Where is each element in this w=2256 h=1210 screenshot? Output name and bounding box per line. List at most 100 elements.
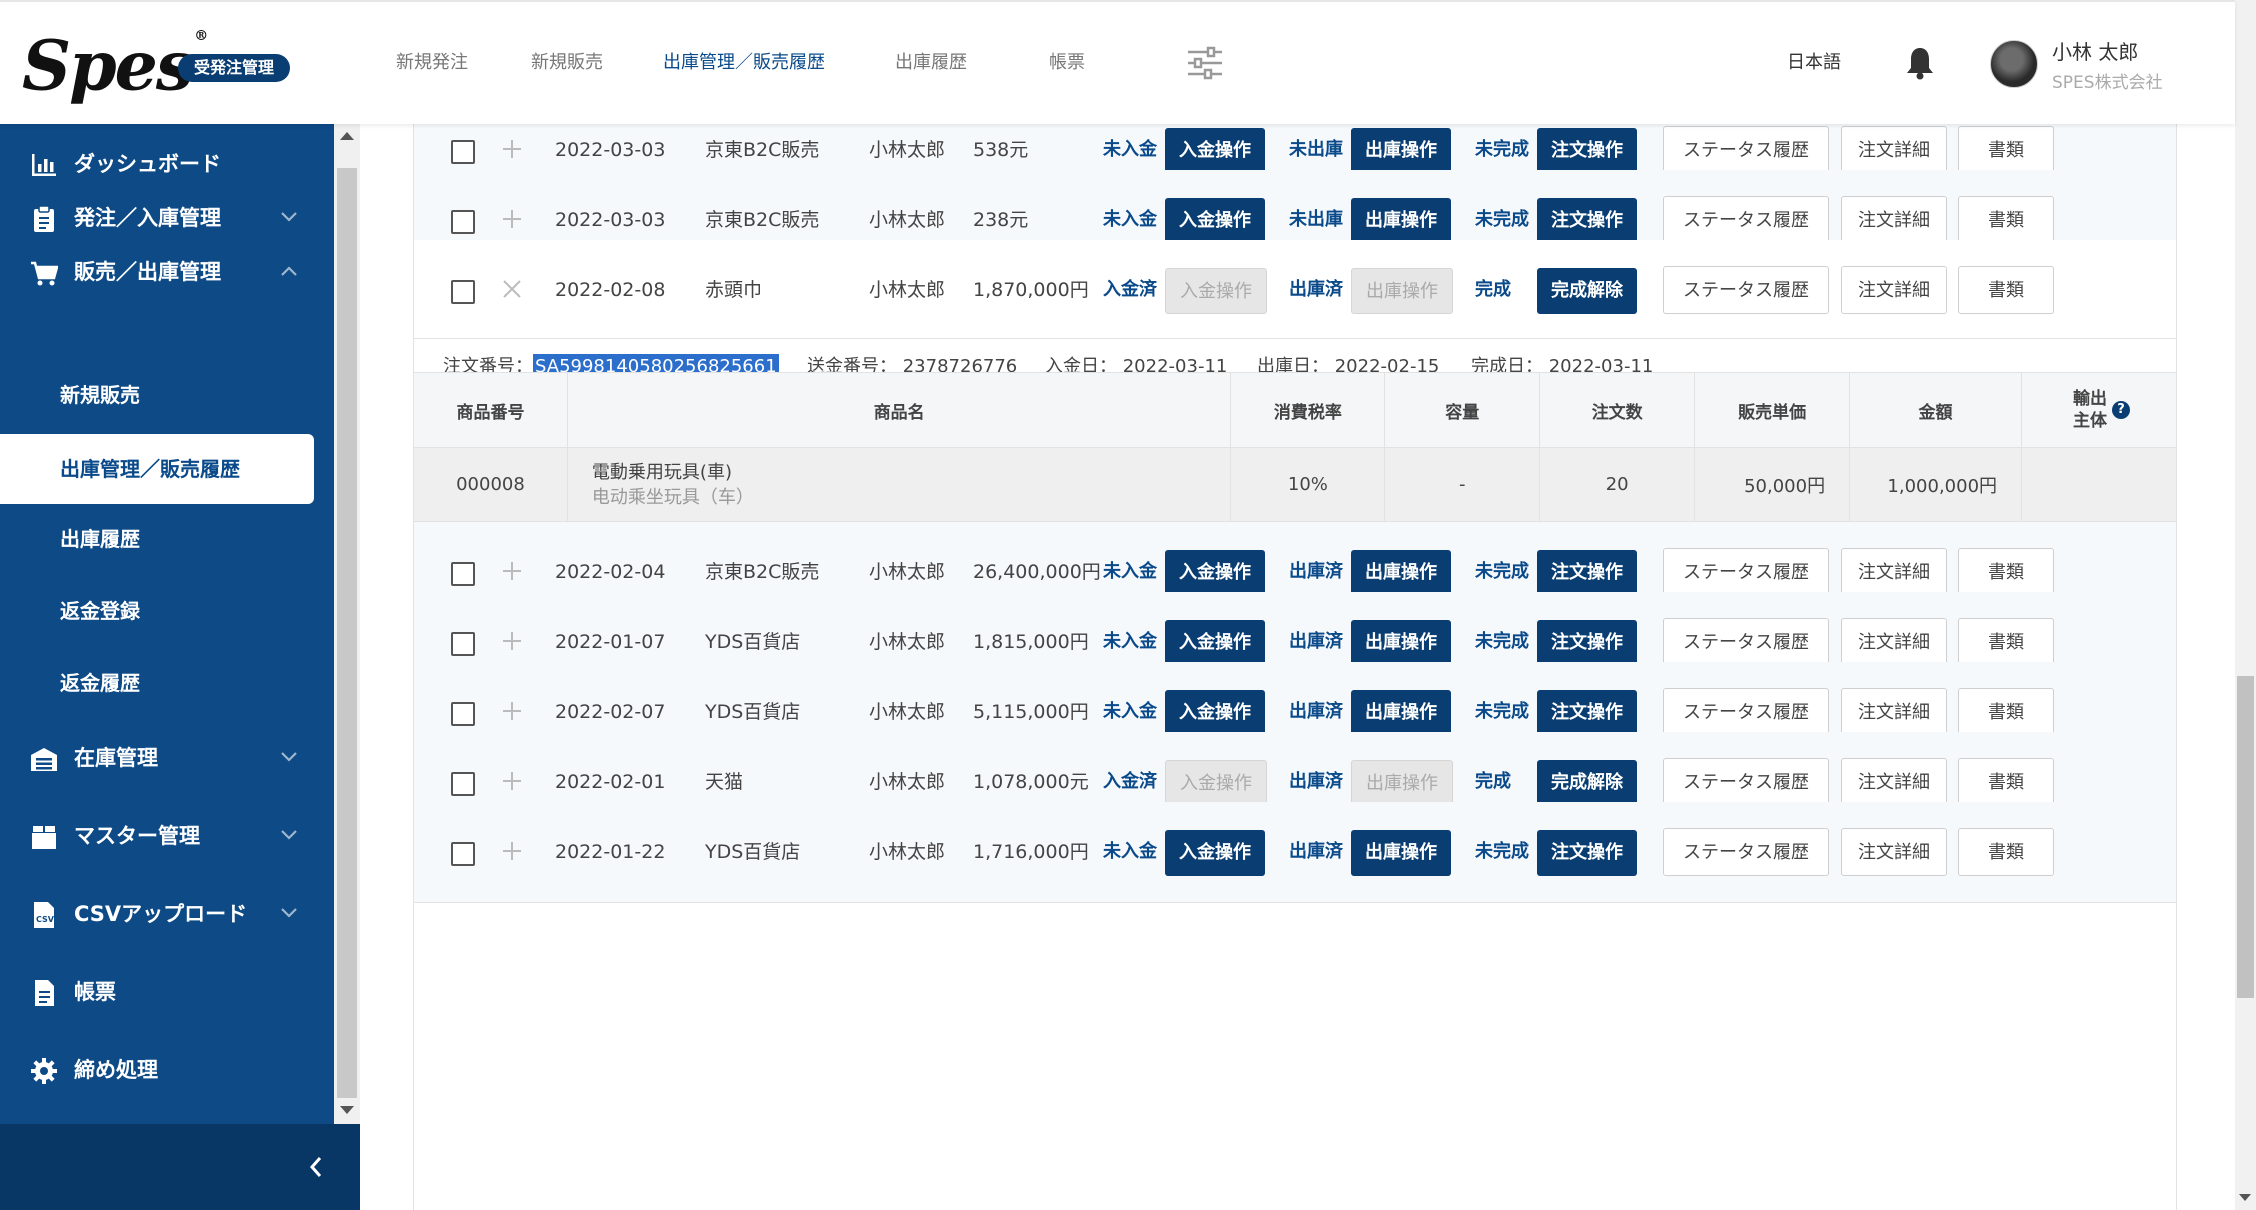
order-person: 小林太郎 bbox=[869, 841, 946, 863]
system-badge: 受発注管理 bbox=[178, 54, 291, 82]
sidebar-item-inventory[interactable]: 在庫管理 bbox=[0, 728, 334, 788]
status-history-button[interactable]: ステータス履歴 bbox=[1663, 196, 1829, 244]
order-detail-button[interactable]: 注文詳細 bbox=[1841, 758, 1947, 806]
page-scrollbar[interactable] bbox=[2235, 0, 2256, 1210]
sidebar-sub-shipping-sales-history[interactable]: 出庫管理／販売履歴 bbox=[0, 434, 314, 504]
complete-undo-button[interactable]: 完成解除 bbox=[1537, 268, 1637, 314]
status-history-button[interactable]: ステータス履歴 bbox=[1663, 688, 1829, 736]
nav-shipping-history[interactable]: 出庫履歴 bbox=[895, 2, 967, 124]
shipping-operation-button[interactable]: 出庫操作 bbox=[1351, 690, 1451, 736]
row-checkbox[interactable] bbox=[451, 632, 475, 656]
expand-plus-icon[interactable] bbox=[501, 700, 523, 722]
sidebar-scrollbar[interactable] bbox=[334, 122, 360, 1124]
sidebar-item-csv-upload[interactable]: CSV CSVアップロード bbox=[0, 884, 334, 944]
order-operation-button[interactable]: 注文操作 bbox=[1537, 128, 1637, 174]
language-selector[interactable]: 日本語 bbox=[1787, 2, 1841, 124]
sidebar-item-order-receiving[interactable]: 発注／入庫管理 bbox=[0, 188, 334, 248]
status-history-button[interactable]: ステータス履歴 bbox=[1663, 828, 1829, 876]
sidebar-sub-shipping-history[interactable]: 出庫履歴 bbox=[0, 510, 314, 568]
documents-button[interactable]: 書類 bbox=[1958, 618, 2054, 666]
item-row: 000008 電動乗用玩具(車) 电动乘坐玩具（车） 10% -20 50,000円 1,0… bbox=[413, 447, 2177, 522]
help-icon[interactable]: ? bbox=[2112, 401, 2131, 419]
documents-button[interactable]: 書類 bbox=[1958, 266, 2054, 314]
order-operation-button[interactable]: 注文操作 bbox=[1537, 690, 1637, 736]
sidebar-item-sales-shipping[interactable]: 販売／出庫管理 bbox=[0, 242, 334, 302]
status-history-button[interactable]: ステータス履歴 bbox=[1663, 126, 1829, 174]
order-detail-button[interactable]: 注文詳細 bbox=[1841, 828, 1947, 876]
collapse-x-icon[interactable] bbox=[501, 278, 523, 300]
order-operation-button[interactable]: 注文操作 bbox=[1537, 830, 1637, 876]
payment-operation-button[interactable]: 入金操作 bbox=[1165, 550, 1265, 596]
expand-plus-icon[interactable] bbox=[501, 840, 523, 862]
order-operation-button[interactable]: 注文操作 bbox=[1537, 198, 1637, 244]
documents-button[interactable]: 書類 bbox=[1958, 126, 2054, 174]
row-checkbox[interactable] bbox=[451, 210, 475, 234]
expand-plus-icon[interactable] bbox=[501, 560, 523, 582]
documents-button[interactable]: 書類 bbox=[1958, 688, 2054, 736]
order-detail-button[interactable]: 注文詳細 bbox=[1841, 618, 1947, 666]
top-header: Spes ® 受発注管理 新規発注 新規販売 出庫管理／販売履歴 出庫履歴 帳票 … bbox=[0, 0, 2235, 124]
shipping-operation-button[interactable]: 出庫操作 bbox=[1351, 830, 1451, 876]
sidebar-sub-refund-register[interactable]: 返金登録 bbox=[0, 582, 314, 640]
user-name[interactable]: 小林 太郎 bbox=[2052, 36, 2138, 65]
payment-operation-button[interactable]: 入金操作 bbox=[1165, 620, 1265, 666]
nav-new-sale[interactable]: 新規販売 bbox=[531, 2, 603, 124]
payment-operation-button[interactable]: 入金操作 bbox=[1165, 128, 1265, 174]
filter-settings-icon[interactable] bbox=[1186, 46, 1224, 80]
sidebar-item-dashboard[interactable]: ダッシュボード bbox=[0, 134, 334, 194]
status-history-button[interactable]: ステータス履歴 bbox=[1663, 266, 1829, 314]
row-checkbox[interactable] bbox=[451, 140, 475, 164]
row-checkbox[interactable] bbox=[451, 280, 475, 304]
complete-undo-button[interactable]: 完成解除 bbox=[1537, 760, 1637, 806]
sidebar-sub-refund-history[interactable]: 返金履歴 bbox=[0, 654, 314, 712]
order-detail-button[interactable]: 注文詳細 bbox=[1841, 126, 1947, 174]
documents-button[interactable]: 書類 bbox=[1958, 196, 2054, 244]
order-detail-button[interactable]: 注文詳細 bbox=[1841, 196, 1947, 244]
shipping-operation-button[interactable]: 出庫操作 bbox=[1351, 550, 1451, 596]
status-history-button[interactable]: ステータス履歴 bbox=[1663, 758, 1829, 806]
nav-shipping-sales-history[interactable]: 出庫管理／販売履歴 bbox=[663, 2, 825, 124]
documents-button[interactable]: 書類 bbox=[1958, 828, 2054, 876]
sidebar-sub-label: 新規販売 bbox=[60, 383, 140, 407]
row-checkbox[interactable] bbox=[451, 772, 475, 796]
expand-plus-icon[interactable] bbox=[501, 138, 523, 160]
user-avatar[interactable] bbox=[1990, 40, 2038, 88]
sidebar-item-master[interactable]: マスター管理 bbox=[0, 806, 334, 866]
status-history-button[interactable]: ステータス履歴 bbox=[1663, 548, 1829, 596]
scroll-up-arrow-icon[interactable] bbox=[340, 132, 354, 140]
chevron-left-icon[interactable] bbox=[306, 1152, 326, 1182]
sidebar-scroll-thumb[interactable] bbox=[337, 168, 357, 1098]
row-checkbox[interactable] bbox=[451, 562, 475, 586]
expand-plus-icon[interactable] bbox=[501, 630, 523, 652]
expand-plus-icon[interactable] bbox=[501, 770, 523, 792]
sidebar-item-closing[interactable]: 締め処理 bbox=[0, 1040, 334, 1100]
order-detail-button[interactable]: 注文詳細 bbox=[1841, 548, 1947, 596]
row-checkbox[interactable] bbox=[451, 702, 475, 726]
order-operation-button[interactable]: 注文操作 bbox=[1537, 620, 1637, 666]
nav-new-order[interactable]: 新規発注 bbox=[396, 2, 468, 124]
row-checkbox[interactable] bbox=[451, 842, 475, 866]
bell-icon[interactable] bbox=[1905, 46, 1935, 80]
nav-reports[interactable]: 帳票 bbox=[1049, 2, 1085, 124]
chevron-up-icon bbox=[281, 266, 297, 276]
payment-operation-button[interactable]: 入金操作 bbox=[1165, 198, 1265, 244]
shipping-operation-button[interactable]: 出庫操作 bbox=[1351, 620, 1451, 666]
status-history-button[interactable]: ステータス履歴 bbox=[1663, 618, 1829, 666]
documents-button[interactable]: 書類 bbox=[1958, 758, 2054, 806]
documents-button[interactable]: 書類 bbox=[1958, 548, 2054, 596]
payment-operation-button[interactable]: 入金操作 bbox=[1165, 830, 1265, 876]
payment-status: 未入金 bbox=[1103, 841, 1157, 862]
sidebar-item-reports[interactable]: 帳票 bbox=[0, 962, 334, 1022]
order-operation-button[interactable]: 注文操作 bbox=[1537, 550, 1637, 596]
scroll-down-arrow-icon[interactable] bbox=[340, 1106, 354, 1114]
shipping-operation-button[interactable]: 出庫操作 bbox=[1351, 128, 1451, 174]
page-scroll-thumb[interactable] bbox=[2237, 676, 2254, 998]
item-name: 電動乗用玩具(車) 电动乘坐玩具（车） bbox=[566, 447, 1232, 522]
order-detail-button[interactable]: 注文詳細 bbox=[1841, 688, 1947, 736]
payment-operation-button[interactable]: 入金操作 bbox=[1165, 690, 1265, 736]
expand-plus-icon[interactable] bbox=[501, 208, 523, 230]
sidebar-sub-new-sale[interactable]: 新規販売 bbox=[0, 366, 314, 424]
shipping-operation-button[interactable]: 出庫操作 bbox=[1351, 198, 1451, 244]
order-detail-button[interactable]: 注文詳細 bbox=[1841, 266, 1947, 314]
scroll-down-arrow-icon[interactable] bbox=[2239, 1194, 2251, 1201]
